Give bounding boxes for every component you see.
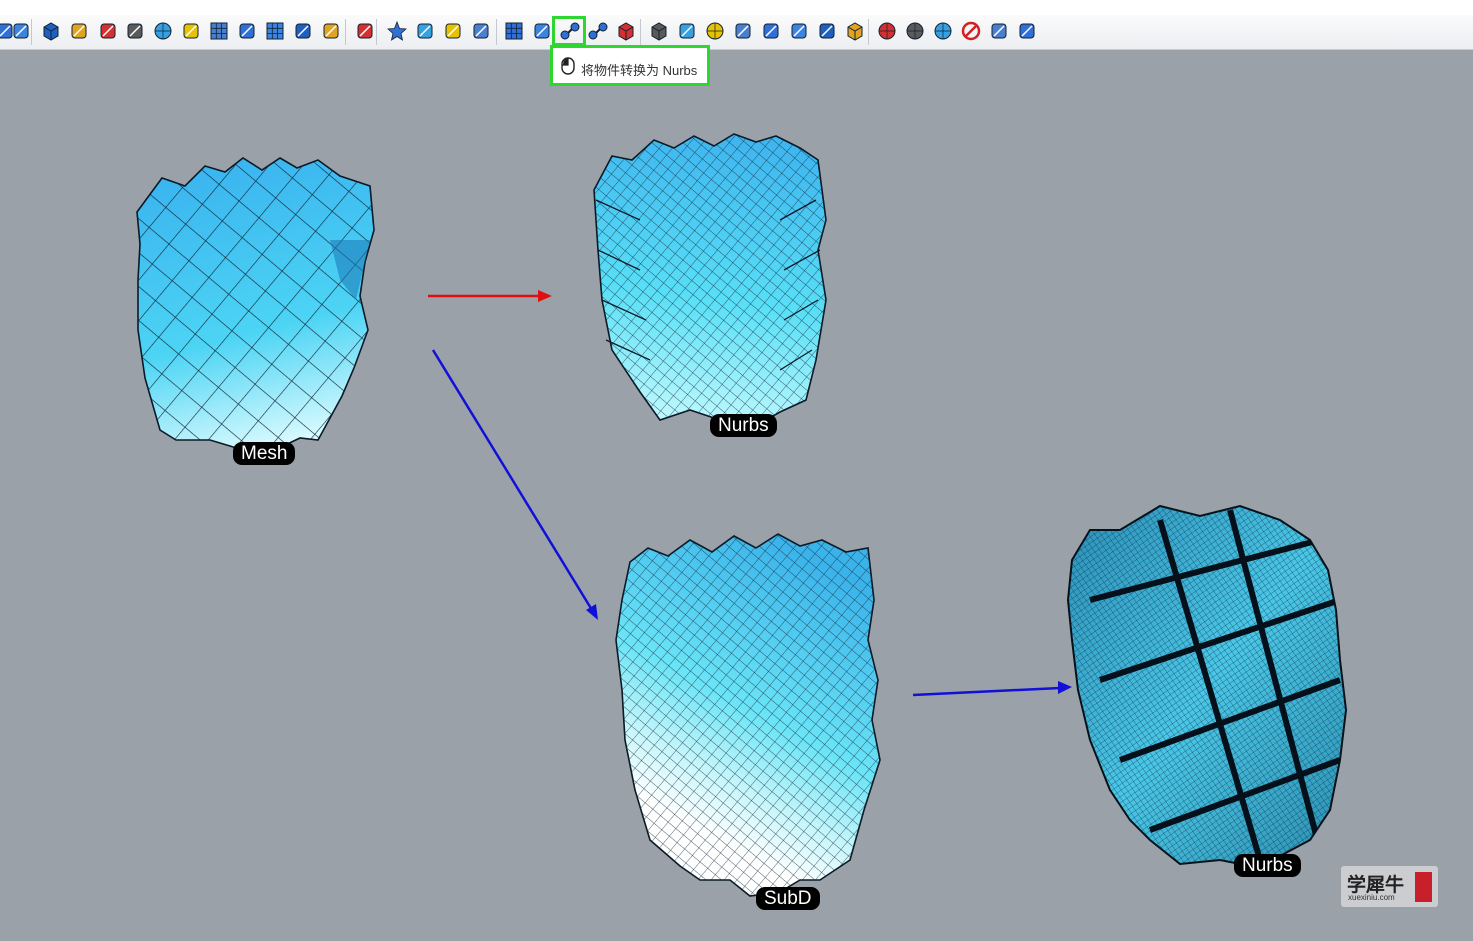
capsule-icon[interactable]: [470, 20, 492, 42]
nurbs-label-bottom: Nurbs: [1234, 854, 1301, 877]
mesh-grid-icon[interactable]: [503, 20, 525, 42]
arrow-mesh-to-subd: [431, 349, 598, 620]
toolbar-separator: [868, 19, 869, 45]
cup-icon[interactable]: [320, 20, 342, 42]
mesh-object[interactable]: [120, 140, 390, 470]
toolbar-separator: [640, 19, 641, 45]
refresh-surface-icon[interactable]: [180, 20, 202, 42]
color-grid-icon[interactable]: [264, 20, 286, 42]
convert-icon[interactable]: [587, 20, 609, 42]
subd-object[interactable]: [600, 520, 900, 910]
no-entry-icon[interactable]: [960, 20, 982, 42]
gold-box-icon[interactable]: [844, 20, 866, 42]
funnel-icon[interactable]: [988, 20, 1010, 42]
viewport-canvas: [120, 120, 1360, 910]
document-list-icon[interactable]: [816, 20, 838, 42]
patch-icon[interactable]: [97, 20, 119, 42]
network-surface-icon[interactable]: [124, 20, 146, 42]
grid-icon[interactable]: [208, 20, 230, 42]
pen-tool-icon[interactable]: [732, 20, 754, 42]
yellow-box-icon[interactable]: [648, 20, 670, 42]
link-icon[interactable]: [354, 20, 376, 42]
toolbar-separator: [345, 19, 346, 45]
watermark-logo: 学犀牛 xuexiniu.com: [1341, 866, 1438, 907]
stair-icon[interactable]: [236, 20, 258, 42]
pen-icon[interactable]: [10, 20, 32, 42]
watermark-seal: [1415, 872, 1432, 902]
toolbar-separator: [376, 19, 377, 45]
star-icon[interactable]: [386, 20, 408, 42]
convert-to-nurbs-icon[interactable]: [559, 20, 581, 42]
subd-box-icon[interactable]: [615, 20, 637, 42]
viewport[interactable]: Mesh Nurbs SubD Nurbs: [0, 50, 1473, 941]
arrow-subd-to-nurbs: [912, 681, 1072, 697]
subd-label: SubD: [756, 887, 820, 910]
box-icon[interactable]: [40, 20, 62, 42]
yellow-sphere-icon[interactable]: [904, 20, 926, 42]
control-points-icon[interactable]: [1016, 20, 1038, 42]
sphere-mesh-icon[interactable]: [152, 20, 174, 42]
arrow-mesh-to-nurbs: [428, 290, 552, 302]
sphere-select-icon[interactable]: [876, 20, 898, 42]
cloud-icon[interactable]: [414, 20, 436, 42]
fold-icon[interactable]: [676, 20, 698, 42]
nurbs-object-bottom[interactable]: [1050, 490, 1360, 880]
drape-icon[interactable]: [442, 20, 464, 42]
sphere-points-icon[interactable]: [932, 20, 954, 42]
watermark-url: xuexiniu.com: [1348, 893, 1395, 902]
toolbar: [0, 15, 1473, 50]
wrench-icon[interactable]: [531, 20, 553, 42]
polyhedron-icon[interactable]: [68, 20, 90, 42]
flag-icon[interactable]: [292, 20, 314, 42]
window-top-strip: [0, 0, 1473, 15]
ribbon-icon[interactable]: [760, 20, 782, 42]
nurbs-label-top: Nurbs: [710, 414, 777, 437]
mesh-label: Mesh: [233, 442, 296, 465]
globe-icon[interactable]: [704, 20, 726, 42]
brush-icon[interactable]: [788, 20, 810, 42]
toolbar-separator: [496, 19, 497, 45]
nurbs-object-top[interactable]: [580, 120, 840, 440]
